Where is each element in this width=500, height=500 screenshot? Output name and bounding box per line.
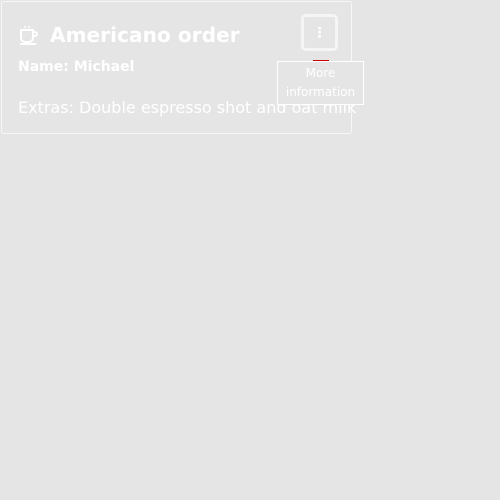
card-title: Americano order — [50, 23, 240, 47]
more-information-tooltip: More information — [277, 61, 364, 105]
card-header: Americano order — [18, 20, 240, 50]
more-vertical-icon: ⋮ — [312, 24, 327, 41]
more-options-button[interactable]: ⋮ — [301, 14, 338, 51]
coffee-cup-icon — [18, 24, 40, 46]
customer-name: Name: Michael — [18, 59, 135, 75]
